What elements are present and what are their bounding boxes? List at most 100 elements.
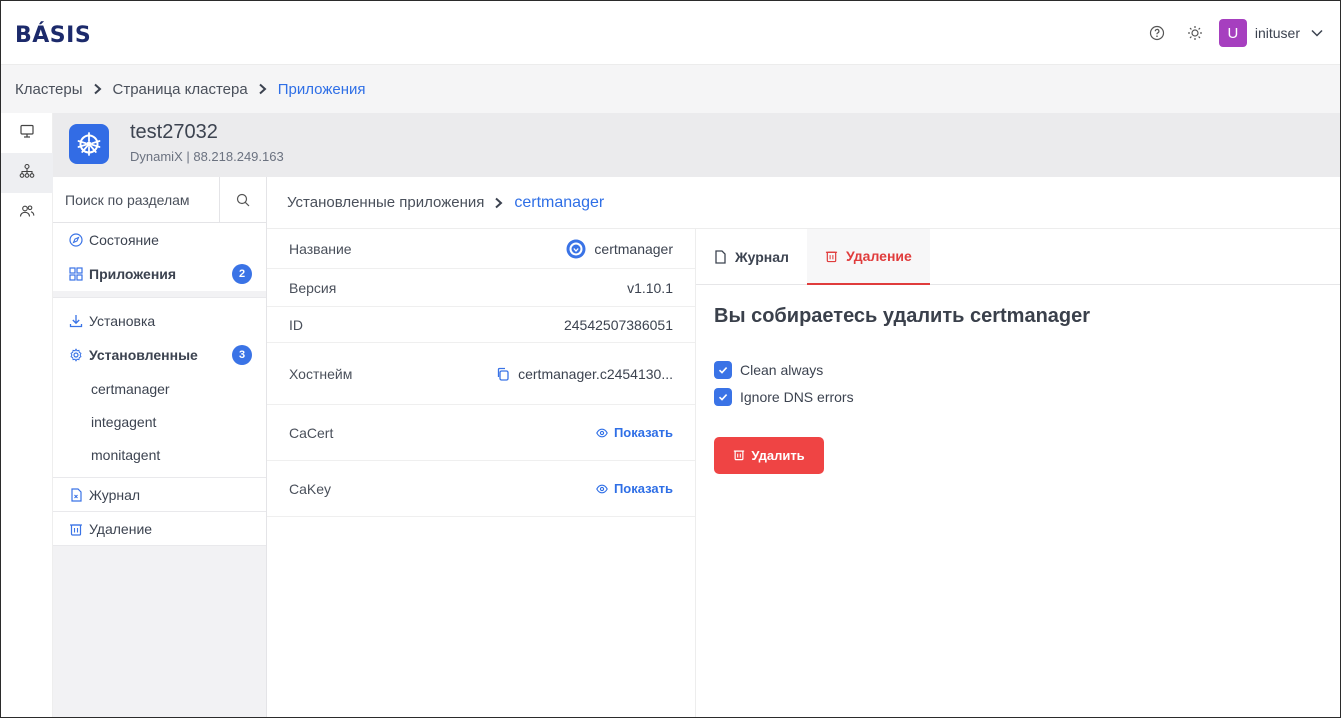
- checkbox-label: Clean always: [740, 362, 824, 378]
- prop-label: ID: [289, 316, 303, 333]
- sun-icon[interactable]: [1179, 17, 1211, 49]
- details-tabs: Журнал Удаление: [696, 229, 1340, 285]
- users-icon: [19, 203, 35, 224]
- prop-row-version: Версия v1.10.1: [267, 269, 695, 307]
- app-name-value: certmanager: [594, 240, 673, 257]
- breadcrumb-applications: Приложения: [277, 80, 366, 98]
- prop-label: Название: [289, 240, 352, 257]
- chevron-down-icon[interactable]: [1310, 26, 1324, 40]
- gear-icon: [69, 348, 83, 362]
- sidebar-lower: Журнал Удаление: [53, 478, 266, 546]
- tab-delete[interactable]: Удаление: [806, 229, 930, 285]
- section-sidebar: Состояние Приложения 2 Установка Установ…: [53, 176, 267, 717]
- breadcrumb-cluster-page[interactable]: Страница кластера: [113, 81, 248, 98]
- delete-button-label: Удалить: [751, 448, 805, 463]
- tab-label: Журнал: [735, 249, 789, 265]
- sidebar-item-label: Удаление: [89, 520, 153, 537]
- cluster-subtitle: DynamiX | 88.218.249.163: [130, 149, 284, 164]
- app-window: BÁSIS U inituser Кластеры Страница класт…: [0, 0, 1341, 718]
- chevron-right-icon: [258, 83, 268, 95]
- cluster-name: test27032: [130, 121, 218, 143]
- rail-clusters[interactable]: [1, 153, 53, 193]
- ignore-dns-checkbox[interactable]: [714, 388, 732, 406]
- sidebar-item-install[interactable]: Установка: [53, 304, 266, 338]
- sidebar-item-label: Установка: [89, 313, 156, 329]
- installed-app-certmanager[interactable]: certmanager: [53, 372, 266, 405]
- count-badge: 3: [232, 345, 252, 365]
- chevron-right-icon: [494, 197, 504, 209]
- version-value: v1.10.1: [627, 279, 673, 296]
- sidebar-item-label: Состояние: [89, 232, 159, 248]
- hostname-value: certmanager.c2454130...: [518, 365, 673, 382]
- eye-icon: [596, 428, 608, 438]
- avatar[interactable]: U: [1218, 19, 1247, 47]
- app-details-panel: Журнал Удаление Вы собираетесь удалить c…: [696, 229, 1340, 717]
- installed-app-monitagent[interactable]: monitagent: [53, 438, 266, 471]
- hierarchy-icon: [19, 163, 35, 184]
- delete-title: Вы собираетесь удалить certmanager: [714, 305, 1091, 327]
- app-breadcrumb: Установленные приложения certmanager: [267, 177, 1340, 229]
- rail-users[interactable]: [1, 193, 53, 233]
- prop-label: Версия: [289, 279, 337, 296]
- help-icon[interactable]: [1141, 17, 1173, 49]
- eye-icon: [596, 484, 608, 494]
- ignore-dns-option[interactable]: Ignore DNS errors: [714, 388, 854, 406]
- sidebar-item-installed[interactable]: Установленные 3: [53, 338, 266, 372]
- left-rail: [1, 113, 53, 717]
- sidebar-item-status[interactable]: Состояние: [53, 223, 266, 257]
- compass-icon: [69, 233, 83, 247]
- sidebar-item-journal[interactable]: Журнал: [53, 478, 266, 512]
- main-content: Установленные приложения certmanager Наз…: [267, 177, 1340, 717]
- show-link-label: Показать: [613, 425, 673, 440]
- basis-logo[interactable]: BÁSIS: [15, 23, 91, 48]
- app-logo-icon: [566, 239, 586, 259]
- count-badge: 2: [232, 264, 252, 284]
- clean-always-option[interactable]: Clean always: [714, 361, 823, 379]
- id-value: 24542507386051: [563, 316, 673, 333]
- monitor-icon: [19, 123, 35, 144]
- installed-app-integagent[interactable]: integagent: [53, 405, 266, 438]
- chevron-right-icon: [93, 83, 103, 95]
- prop-row-hostname: Хостнейм certmanager.c2454130...: [267, 343, 695, 405]
- trash-icon: [69, 522, 83, 536]
- prop-row-id: ID 24542507386051: [267, 307, 695, 343]
- clean-always-checkbox[interactable]: [714, 361, 732, 379]
- cluster-header: test27032 DynamiX | 88.218.249.163: [53, 113, 1340, 177]
- copy-icon[interactable]: [496, 367, 510, 381]
- prop-value: certmanager.c2454130...: [496, 366, 673, 382]
- section-search-input[interactable]: [53, 176, 219, 223]
- show-cakey-link[interactable]: Показать: [596, 481, 673, 496]
- breadcrumb-installed-apps[interactable]: Установленные приложения: [287, 194, 484, 211]
- sidebar-item-delete[interactable]: Удаление: [53, 512, 266, 546]
- section-search: [53, 176, 266, 223]
- show-link-label: Показать: [613, 481, 673, 496]
- prop-row-cakey: CaKey Показать: [267, 461, 695, 517]
- sidebar-item-label: Приложения: [89, 266, 177, 282]
- breadcrumb: Кластеры Страница кластера Приложения: [1, 65, 1340, 113]
- apps-grid-icon: [69, 267, 83, 281]
- top-bar: BÁSIS U inituser: [1, 1, 1340, 65]
- prop-row-name: Название certmanager: [267, 229, 695, 269]
- checkbox-label: Ignore DNS errors: [740, 389, 854, 405]
- rail-monitor[interactable]: [1, 113, 53, 153]
- username[interactable]: inituser: [1255, 25, 1300, 41]
- show-cacert-link[interactable]: Показать: [596, 425, 673, 440]
- prop-value: certmanager: [566, 239, 673, 259]
- prop-label: Хостнейм: [289, 365, 353, 382]
- search-icon[interactable]: [219, 176, 265, 223]
- trash-icon: [825, 249, 838, 263]
- delete-button[interactable]: Удалить: [714, 437, 824, 474]
- prop-row-cacert: CaCert Показать: [267, 405, 695, 461]
- kubernetes-icon: [69, 124, 109, 164]
- file-icon: [714, 250, 727, 264]
- sidebar-item-label: Установленные: [89, 347, 198, 363]
- app-properties: Название certmanager Версия v1.10.1 ID 2…: [267, 229, 696, 717]
- prop-label: CaKey: [289, 480, 332, 497]
- sidebar-item-applications[interactable]: Приложения 2: [53, 257, 266, 291]
- trash-icon: [733, 448, 745, 464]
- top-bar-actions: U inituser: [1141, 17, 1324, 49]
- applications-submenu: Установка Установленные 3 certmanager in…: [53, 297, 266, 478]
- breadcrumb-clusters[interactable]: Кластеры: [15, 81, 83, 98]
- download-icon: [69, 314, 83, 328]
- tab-journal[interactable]: Журнал: [696, 229, 807, 285]
